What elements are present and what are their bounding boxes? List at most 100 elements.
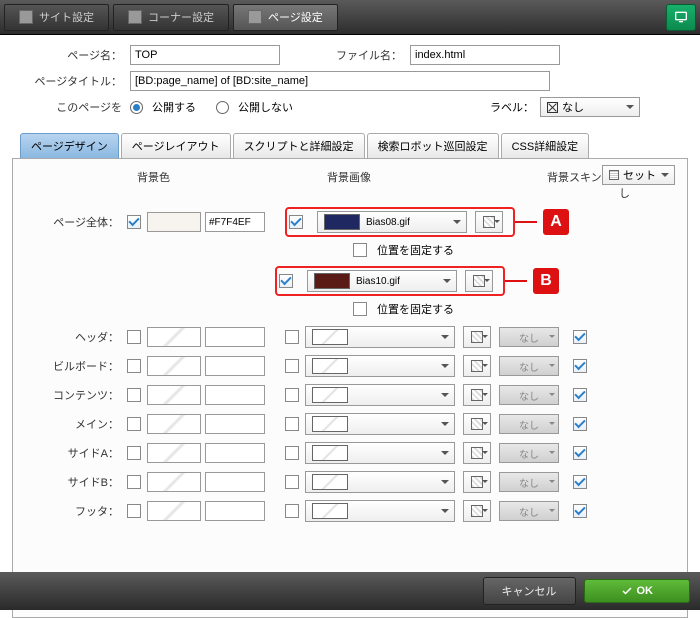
highlight-a: Bias08.gif — [285, 207, 515, 237]
skin-icon — [471, 360, 483, 372]
bgimage-check[interactable] — [285, 330, 299, 344]
set-icon — [609, 170, 619, 180]
bgcolor-hex[interactable] — [205, 501, 265, 521]
skin-button[interactable] — [463, 500, 491, 522]
bgcolor-hex[interactable] — [205, 356, 265, 376]
tab-corner-settings[interactable]: コーナー設定 — [113, 4, 229, 31]
bgcolor-check[interactable] — [127, 359, 141, 373]
bgimage-swatch-icon — [312, 387, 348, 403]
bgcolor-check[interactable] — [127, 215, 141, 229]
row-section: フッタ：なし — [27, 499, 673, 523]
bgcolor-hex[interactable] — [205, 212, 265, 232]
skin-button[interactable] — [463, 413, 491, 435]
nomargin-check[interactable] — [573, 446, 587, 460]
bgimage-check[interactable] — [285, 417, 299, 431]
bgcolor-check[interactable] — [127, 417, 141, 431]
nomargin-check[interactable] — [573, 330, 587, 344]
bgimage-check[interactable] — [285, 475, 299, 489]
bgcolor-swatch[interactable] — [147, 414, 201, 434]
page-name-input[interactable] — [130, 45, 280, 65]
ok-button[interactable]: OK — [584, 579, 691, 603]
bgcolor-swatch[interactable] — [147, 443, 201, 463]
bgimage-select-a[interactable]: Bias08.gif — [317, 211, 467, 233]
marker-line — [515, 221, 537, 223]
bgcolor-swatch[interactable] — [147, 327, 201, 347]
skin-icon — [473, 275, 485, 287]
bgcolor-hex[interactable] — [205, 472, 265, 492]
skin-nashi[interactable]: なし — [499, 443, 559, 463]
skin-button[interactable] — [463, 355, 491, 377]
row-section: サイドA：なし — [27, 441, 673, 465]
bgcolor-hex[interactable] — [205, 443, 265, 463]
bgimage-select[interactable] — [305, 442, 455, 464]
bgimage-check[interactable] — [285, 504, 299, 518]
bgimage-select[interactable] — [305, 355, 455, 377]
bgimage-select-b[interactable]: Bias10.gif — [307, 270, 457, 292]
fix-pos-check[interactable] — [353, 243, 367, 257]
skin-nashi[interactable]: なし — [499, 385, 559, 405]
tab-site-settings[interactable]: サイト設定 — [4, 4, 109, 31]
bgcolor-swatch[interactable] — [147, 356, 201, 376]
bgcolor-swatch[interactable] — [147, 212, 201, 232]
bgimage-select[interactable] — [305, 500, 455, 522]
file-name-input[interactable] — [410, 45, 560, 65]
bgcolor-hex[interactable] — [205, 327, 265, 347]
skin-button-b[interactable] — [465, 270, 493, 292]
cancel-button[interactable]: キャンセル — [483, 577, 576, 605]
nomargin-check[interactable] — [573, 388, 587, 402]
bgcolor-check[interactable] — [127, 330, 141, 344]
bgimage-swatch-icon — [314, 273, 350, 289]
bgimage-select[interactable] — [305, 413, 455, 435]
skin-button[interactable] — [463, 471, 491, 493]
nomargin-check[interactable] — [573, 504, 587, 518]
bgimage-select[interactable] — [305, 384, 455, 406]
bgimage-check[interactable] — [285, 446, 299, 460]
bgcolor-swatch[interactable] — [147, 472, 201, 492]
skin-nashi[interactable]: なし — [499, 501, 559, 521]
bgimage-check[interactable] — [285, 359, 299, 373]
skin-nashi[interactable]: なし — [499, 472, 559, 492]
skin-nashi[interactable]: なし — [499, 327, 559, 347]
bgcolor-hex[interactable] — [205, 385, 265, 405]
subtab-page-design[interactable]: ページデザイン — [20, 133, 119, 158]
bgcolor-hex[interactable] — [205, 414, 265, 434]
bgimage-check-b[interactable] — [279, 274, 293, 288]
column-headers: 背景色 背景画像 背景スキン 余白なし — [27, 169, 673, 201]
bgcolor-check[interactable] — [127, 504, 141, 518]
set-dropdown[interactable]: セット — [602, 165, 675, 185]
nomargin-check[interactable] — [573, 417, 587, 431]
label-label: ラベル： — [490, 99, 534, 115]
bgimage-select[interactable] — [305, 471, 455, 493]
skin-button[interactable] — [463, 442, 491, 464]
bgcolor-check[interactable] — [127, 388, 141, 402]
bgcolor-check[interactable] — [127, 446, 141, 460]
page-title-input[interactable] — [130, 71, 550, 91]
highlight-b: Bias10.gif — [275, 266, 505, 296]
bgimage-check[interactable] — [285, 388, 299, 402]
row-label: ヘッダ： — [27, 329, 127, 345]
fix-pos-check[interactable] — [353, 302, 367, 316]
bgcolor-swatch[interactable] — [147, 501, 201, 521]
bgcolor-swatch[interactable] — [147, 385, 201, 405]
skin-nashi[interactable]: なし — [499, 356, 559, 376]
subtab-robot[interactable]: 検索ロボット巡回設定 — [367, 133, 499, 158]
skin-button-a[interactable] — [475, 211, 503, 233]
nomargin-check[interactable] — [573, 359, 587, 373]
subtab-script[interactable]: スクリプトと詳細設定 — [233, 133, 365, 158]
radio-publish[interactable] — [130, 101, 143, 114]
subtab-css[interactable]: CSS詳細設定 — [501, 133, 590, 158]
skin-button[interactable] — [463, 326, 491, 348]
nomargin-check[interactable] — [573, 475, 587, 489]
bgcolor-check[interactable] — [127, 475, 141, 489]
subtab-page-layout[interactable]: ページレイアウト — [121, 133, 231, 158]
tab-page-settings[interactable]: ページ設定 — [233, 4, 338, 31]
preview-button[interactable] — [666, 4, 696, 31]
marker-b: B — [533, 268, 559, 294]
skin-nashi[interactable]: なし — [499, 414, 559, 434]
radio-no-publish[interactable] — [216, 101, 229, 114]
skin-button[interactable] — [463, 384, 491, 406]
bgimage-select[interactable] — [305, 326, 455, 348]
label-dropdown[interactable]: なし — [540, 97, 640, 117]
file-name-label: ファイル名： — [330, 47, 410, 63]
bgimage-check[interactable] — [289, 215, 303, 229]
